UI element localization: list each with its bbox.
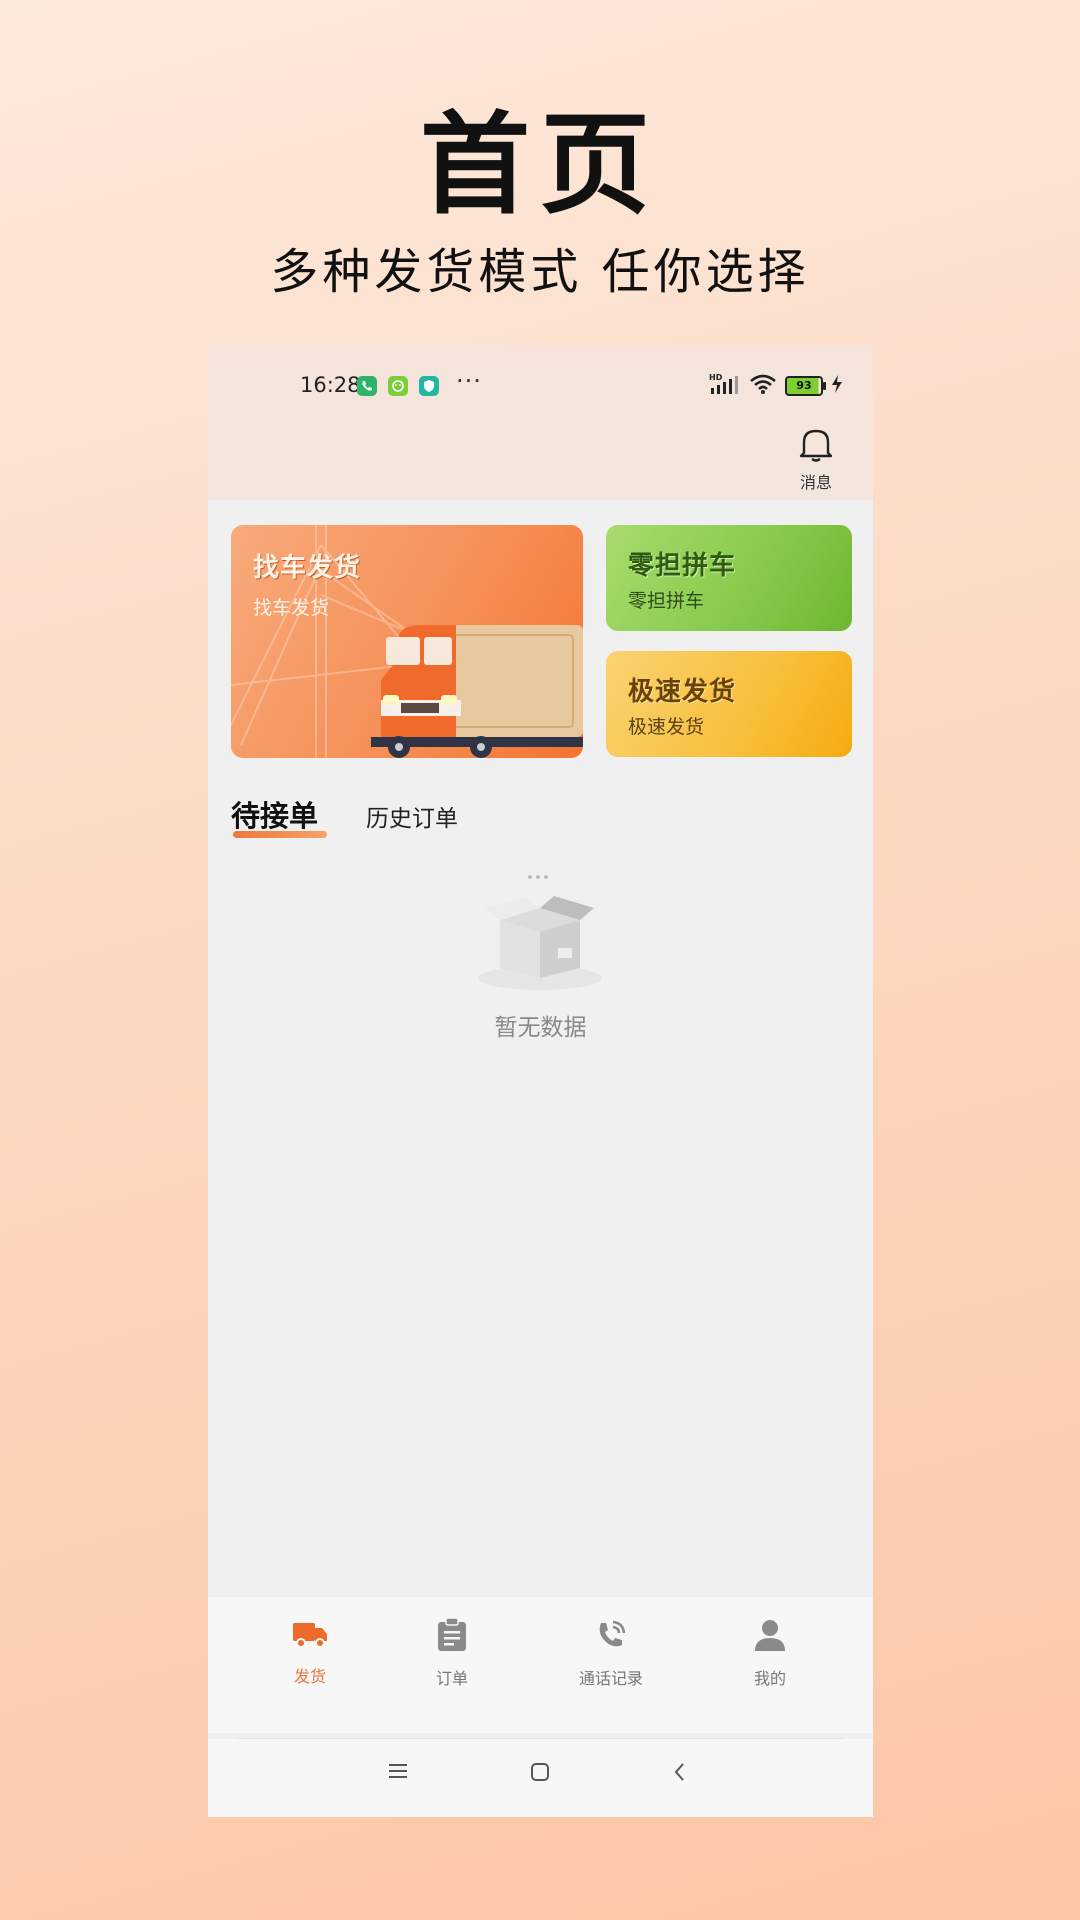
ltl-carpool-card[interactable]: 零担拼车 零担拼车 xyxy=(606,525,852,631)
nav-label-ship: 发货 xyxy=(293,1667,326,1686)
message-button[interactable]: 消息 xyxy=(791,425,841,493)
nav-item-orders[interactable]: 订单 xyxy=(392,1617,512,1689)
security-app-icon xyxy=(419,376,439,396)
find-truck-card[interactable]: 找车发货 找车发货 xyxy=(231,525,583,758)
signal-icon: HD xyxy=(709,373,741,399)
phone-icon xyxy=(593,1620,629,1657)
express-delivery-card[interactable]: 极速发货 极速发货 xyxy=(606,651,852,757)
nav-item-profile[interactable]: 我的 xyxy=(710,1617,830,1689)
user-icon xyxy=(753,1620,787,1657)
nav-label-orders: 订单 xyxy=(435,1669,468,1688)
status-bar: 16:28 ··· HD 93 xyxy=(208,345,873,425)
find-truck-subtitle: 找车发货 xyxy=(253,597,330,619)
phone-screen: 16:28 ··· HD 93 消息 找车发货 找车发货 零担拼车 零担拼车 极… xyxy=(208,345,873,1817)
battery-icon: 93 xyxy=(785,376,826,396)
tab-pending[interactable]: 待接单 xyxy=(231,793,318,835)
promo-subtitle: 多种发货模式 任你选择 xyxy=(270,244,810,300)
status-right: HD 93 xyxy=(709,373,843,399)
promo-title: 首页 xyxy=(420,101,660,229)
ltl-subtitle: 零担拼车 xyxy=(628,590,705,612)
bell-icon xyxy=(796,429,836,467)
wifi-icon xyxy=(749,373,777,399)
message-label: 消息 xyxy=(799,473,832,492)
empty-box-icon xyxy=(478,875,602,990)
svg-text:HD: HD xyxy=(709,373,723,382)
tab-history[interactable]: 历史订单 xyxy=(366,799,458,833)
bottom-nav: 发货 订单 通话记录 我的 xyxy=(208,1597,873,1733)
menu-icon[interactable] xyxy=(378,1761,418,1795)
charging-icon xyxy=(831,374,843,398)
ltl-title: 零担拼车 xyxy=(628,551,737,581)
nav-label-profile: 我的 xyxy=(753,1669,786,1688)
chat-app-icon xyxy=(388,376,408,396)
nav-item-call-log[interactable]: 通话记录 xyxy=(551,1617,671,1689)
clipboard-icon xyxy=(435,1617,469,1657)
system-nav-bar xyxy=(208,1739,873,1817)
find-truck-title: 找车发货 xyxy=(253,553,362,583)
express-title: 极速发货 xyxy=(628,677,737,707)
express-subtitle: 极速发货 xyxy=(628,716,705,738)
home-icon[interactable] xyxy=(520,1761,560,1795)
header-area: 16:28 ··· HD 93 消息 xyxy=(208,345,873,500)
order-tabs: 待接单 历史订单 xyxy=(231,793,851,853)
back-icon[interactable] xyxy=(660,1761,700,1795)
phone-app-icon xyxy=(357,376,377,396)
status-time: 16:28 xyxy=(300,373,361,397)
empty-text: 暂无数据 xyxy=(494,1015,587,1041)
status-more-icon: ··· xyxy=(456,367,482,395)
nav-label-call-log: 通话记录 xyxy=(578,1669,643,1688)
nav-item-ship[interactable]: 发货 xyxy=(250,1617,370,1687)
truck-icon xyxy=(291,1623,329,1655)
